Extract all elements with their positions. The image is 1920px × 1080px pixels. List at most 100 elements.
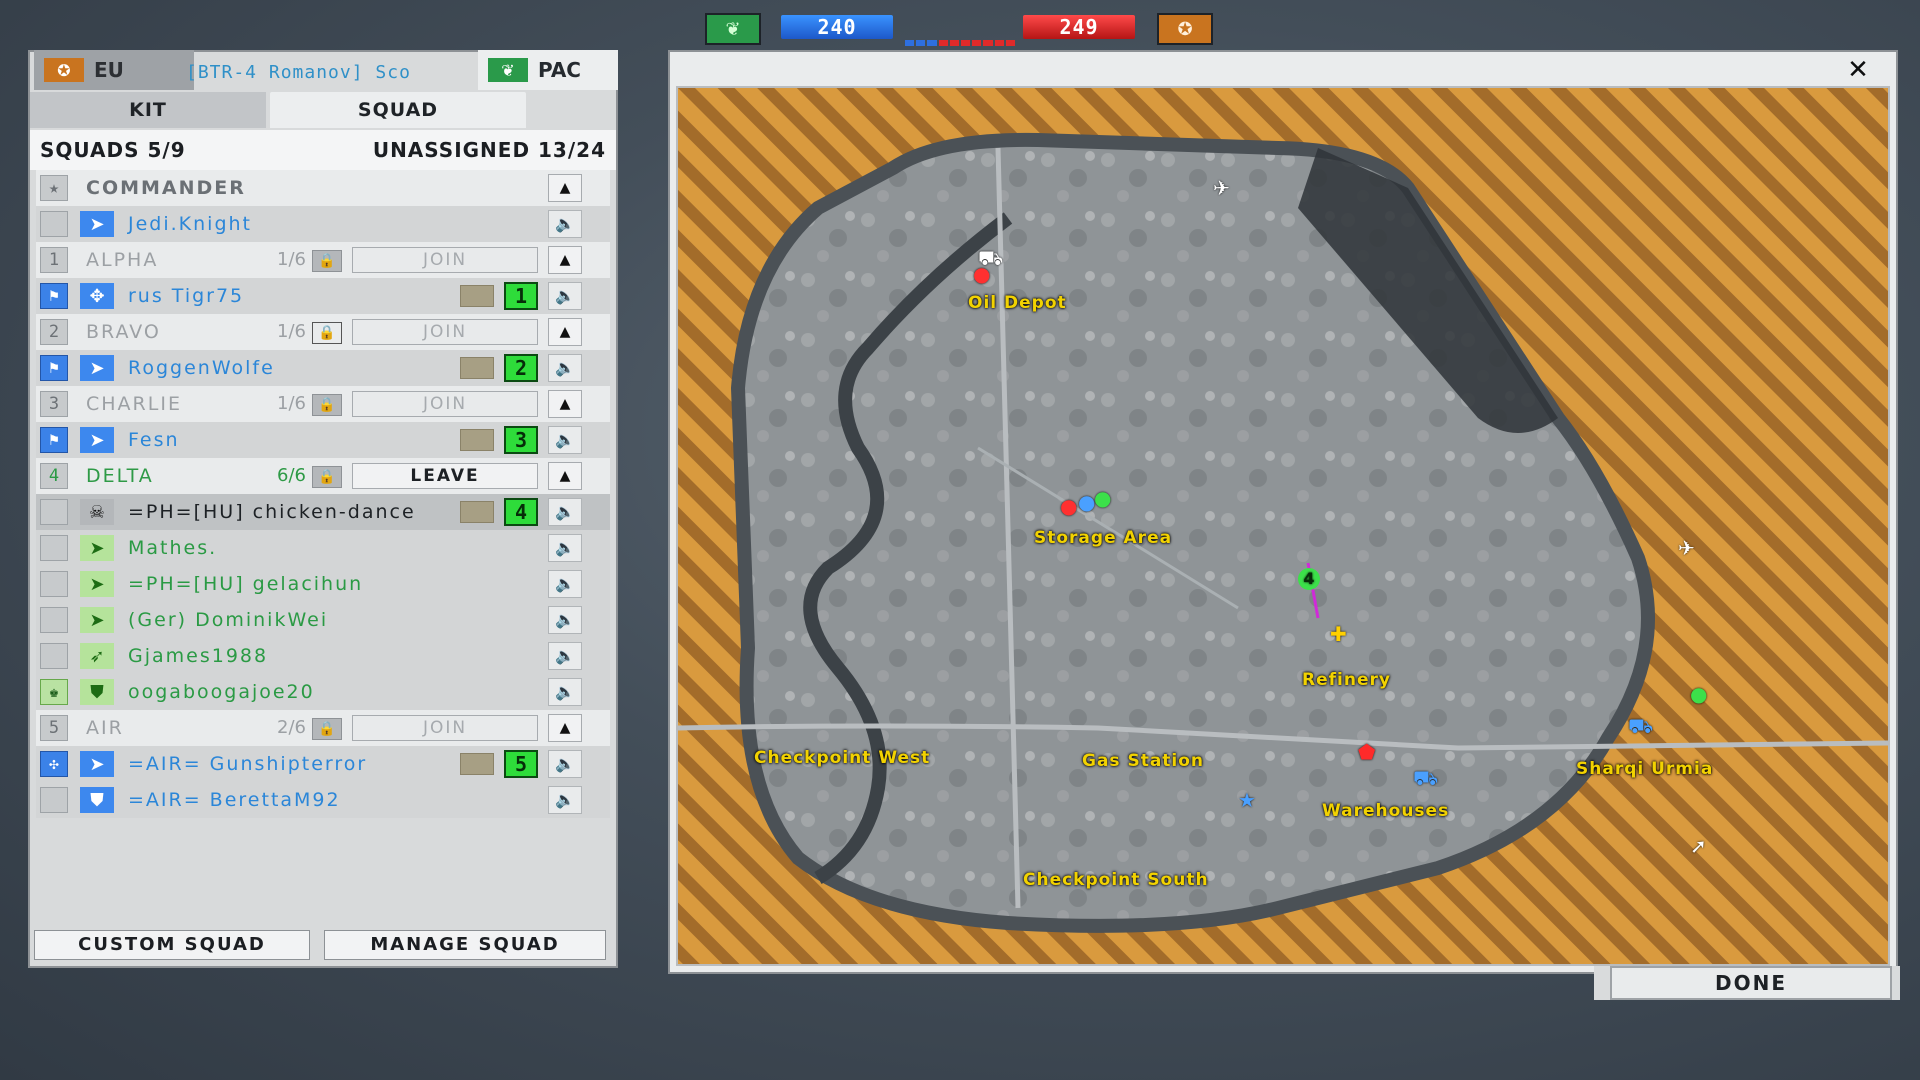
- kit-slot: [460, 501, 494, 523]
- leave-button[interactable]: LEAVE: [352, 463, 538, 489]
- commander-row: ★ COMMANDER ▲: [36, 170, 610, 206]
- rifle-kit-icon: ➤: [80, 607, 114, 633]
- ticket-balance-bar: [905, 40, 1016, 46]
- commander-head-icon: ♚: [40, 679, 68, 705]
- squads-count: SQUADS 5/9: [40, 138, 186, 162]
- friendly-star-icon: ★: [1238, 788, 1256, 812]
- lock-icon: 🔒: [312, 250, 342, 272]
- voice-speaker-icon[interactable]: 🔈: [548, 606, 582, 634]
- join-button[interactable]: JOIN: [352, 319, 538, 345]
- rifle-kit-icon: ➤: [80, 571, 114, 597]
- lock-icon: 🔒: [312, 466, 342, 488]
- squad-name: DELTA: [86, 465, 154, 487]
- squad-name: ALPHA: [86, 249, 159, 271]
- tab-kit[interactable]: KIT: [30, 92, 266, 128]
- collapse-button[interactable]: ▲: [548, 318, 582, 346]
- squad-row-delta: 4 DELTA 6/6 🔒 LEAVE ▲: [36, 458, 610, 494]
- member-row[interactable]: ➤ =PH=[HU] gelacihun 🔈: [36, 566, 610, 602]
- collapse-button[interactable]: ▲: [548, 390, 582, 418]
- map-location-refinery: Refinery: [1302, 670, 1391, 690]
- team-eu-label: EU: [94, 58, 124, 82]
- player-name: (Ger) DominikWei: [128, 609, 329, 631]
- kit-slot: [460, 429, 494, 451]
- custom-squad-button[interactable]: CUSTOM SQUAD: [34, 930, 310, 960]
- helicopter-leader-icon: ✣: [40, 751, 68, 777]
- squad-marker-icon: ●: [1094, 486, 1112, 510]
- commander-label: COMMANDER: [86, 177, 246, 199]
- squad-marker-icon: ●: [1690, 682, 1708, 706]
- squad-badge: 1: [504, 282, 538, 310]
- friendly-marker-icon: ●: [1078, 490, 1096, 514]
- kit-squad-tabs: KIT SQUAD: [30, 92, 616, 128]
- tab-team-eu[interactable]: ✪ EU: [34, 50, 194, 90]
- kit-slot: [460, 357, 494, 379]
- lock-icon: 🔒: [312, 394, 342, 416]
- battle-map[interactable]: Oil Depot Storage Area Refinery Checkpoi…: [676, 86, 1890, 966]
- member-row[interactable]: ⚑ ✥ rus Tigr75 1 🔈: [36, 278, 610, 314]
- star-icon: ★: [40, 175, 68, 201]
- rifle-kit-icon: ➤: [80, 535, 114, 561]
- squad-row-bravo: 2 BRAVO 1/6 🔒 JOIN ▲: [36, 314, 610, 350]
- crosshair-kit-icon: ✥: [80, 283, 114, 309]
- player-name: RoggenWolfe: [128, 357, 275, 379]
- collapse-button[interactable]: ▲: [548, 714, 582, 742]
- member-row-self[interactable]: ☠ =PH=[HU] chicken-dance 4 🔈: [36, 494, 610, 530]
- enemy-marker-icon: ●: [973, 262, 991, 286]
- lock-icon: 🔒: [312, 322, 342, 344]
- friendly-marker-icon: ⛟: [1628, 714, 1654, 738]
- member-row[interactable]: ➤ Mathes. 🔈: [36, 530, 610, 566]
- voice-speaker-icon[interactable]: 🔈: [548, 354, 582, 382]
- rifle-kit-icon: ➤: [80, 355, 114, 381]
- squad-list: ★ COMMANDER ▲ ➤ Jedi.Knight 🔈 1 ALPHA 1/…: [36, 170, 610, 818]
- voice-speaker-icon[interactable]: 🔈: [548, 642, 582, 670]
- manage-squad-button[interactable]: MANAGE SQUAD: [324, 930, 606, 960]
- empty-slot: [40, 607, 68, 633]
- player-name: =PH=[HU] chicken-dance: [128, 501, 416, 523]
- shield-kit-icon: ⛊: [80, 787, 114, 813]
- rifle-kit-icon: ➤: [80, 427, 114, 453]
- squad-number: 3: [40, 391, 68, 417]
- voice-speaker-icon[interactable]: 🔈: [548, 282, 582, 310]
- collapse-button[interactable]: ▲: [548, 174, 582, 202]
- voice-speaker-icon[interactable]: 🔈: [548, 750, 582, 778]
- friendly-vehicle-icon: ⛟: [1413, 766, 1439, 790]
- squad-header: SQUADS 5/9 UNASSIGNED 13/24: [30, 130, 616, 170]
- tab-squad[interactable]: SQUAD: [270, 92, 526, 128]
- join-button[interactable]: JOIN: [352, 391, 538, 417]
- member-row[interactable]: ⚑ ➤ Fesn 3 🔈: [36, 422, 610, 458]
- voice-speaker-icon[interactable]: 🔈: [548, 426, 582, 454]
- eu-team-emblem-icon: ✪: [1157, 13, 1213, 45]
- join-button[interactable]: JOIN: [352, 715, 538, 741]
- enemy-marker-icon: ●: [1060, 494, 1078, 518]
- globe-emblem-icon: ✪: [44, 58, 84, 82]
- collapse-button[interactable]: ▲: [548, 462, 582, 490]
- tab-team-pac[interactable]: ❦ PAC: [478, 50, 618, 90]
- squad-name: AIR: [86, 717, 124, 739]
- squad-badge: 5: [504, 750, 538, 778]
- member-row[interactable]: ➶ Gjames1988 🔈: [36, 638, 610, 674]
- voice-speaker-icon[interactable]: 🔈: [548, 786, 582, 814]
- member-row[interactable]: ⛊ =AIR= BerettaM92 🔈: [36, 782, 610, 818]
- member-row[interactable]: ⚑ ➤ RoggenWolfe 2 🔈: [36, 350, 610, 386]
- player-name: Mathes.: [128, 537, 218, 559]
- join-button[interactable]: JOIN: [352, 247, 538, 273]
- collapse-button[interactable]: ▲: [548, 246, 582, 274]
- map-location-sharqi-urmia: Sharqi Urmia: [1576, 759, 1714, 779]
- close-icon[interactable]: ✕: [1838, 54, 1878, 86]
- done-button[interactable]: DONE: [1610, 966, 1892, 1000]
- member-row[interactable]: ♚ ⛊ oogaboogajoe20 🔈: [36, 674, 610, 710]
- commander-member-row[interactable]: ➤ Jedi.Knight 🔈: [36, 206, 610, 242]
- helicopter-icon: ✈: [1213, 176, 1230, 200]
- member-row[interactable]: ➤ (Ger) DominikWei 🔈: [36, 602, 610, 638]
- player-name: Gjames1988: [128, 645, 269, 667]
- squad-number: 5: [40, 715, 68, 741]
- voice-speaker-icon[interactable]: 🔈: [548, 534, 582, 562]
- voice-speaker-icon[interactable]: 🔈: [548, 498, 582, 526]
- voice-speaker-icon[interactable]: 🔈: [548, 678, 582, 706]
- empty-slot: [40, 499, 68, 525]
- member-row[interactable]: ✣ ➤ =AIR= Gunshipterror 5 🔈: [36, 746, 610, 782]
- voice-speaker-icon[interactable]: 🔈: [548, 210, 582, 238]
- kit-slot: [460, 285, 494, 307]
- voice-speaker-icon[interactable]: 🔈: [548, 570, 582, 598]
- score-bar: ❦ 240 249 ✪: [705, 10, 1215, 50]
